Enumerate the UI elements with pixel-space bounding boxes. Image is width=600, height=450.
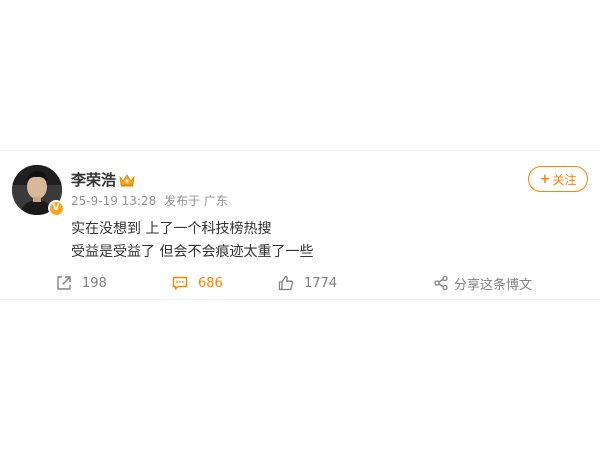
verified-badge: V [48,200,64,216]
repost-button[interactable]: 198 [56,271,107,295]
plus-icon: + [539,171,551,187]
weibo-page: V 李荣浩 25-9-19 13:28 发布于 广东 + 关注 实在没想到 上了… [0,0,600,450]
timestamp[interactable]: 25-9-19 13:28 [71,194,156,208]
action-bar: 198 686 1774 分享这条博文 [0,271,600,295]
thumbs-up-icon [278,275,294,291]
location: 发布于 广东 [164,194,228,208]
post-card: V 李荣浩 25-9-19 13:28 发布于 广东 + 关注 实在没想到 上了… [0,150,600,300]
repost-icon [57,276,71,290]
comment-icon [172,276,188,290]
share-label: 分享这条博文 [454,277,533,293]
follow-button-label: 关注 [552,172,577,187]
like-button[interactable]: 1774 [278,271,337,295]
comment-count: 686 [198,275,223,291]
repost-count: 198 [82,275,107,291]
avatar[interactable]: V [12,165,64,216]
share-icon [434,275,448,291]
follow-button[interactable]: + 关注 [528,166,588,192]
post-text-line-2: 受益是受益了 但会不会痕迹太重了一些 [71,244,314,260]
username[interactable]: 李荣浩 [71,170,116,190]
verified-badge-label: V [49,201,63,215]
crown-icon [119,174,135,187]
post-content: 实在没想到 上了一个科技榜热搜 受益是受益了 但会不会痕迹太重了一些 [71,218,313,264]
post-text-line-1: 实在没想到 上了一个科技榜热搜 [71,221,272,237]
like-count: 1774 [304,275,338,291]
comment-button[interactable]: 686 [172,271,223,295]
blank-area [0,0,600,150]
post-meta: 25-9-19 13:28 发布于 广东 [71,193,232,209]
share-button[interactable]: 分享这条博文 [433,271,532,295]
